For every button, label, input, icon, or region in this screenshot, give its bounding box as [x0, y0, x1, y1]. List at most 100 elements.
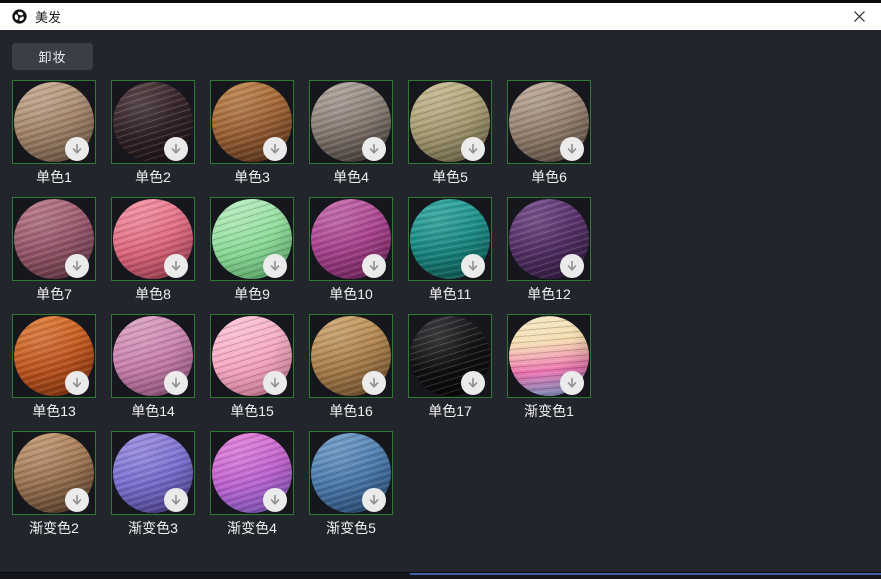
hair-color-tile[interactable]	[507, 80, 591, 164]
tile-label: 单色6	[507, 168, 591, 186]
hair-color-tile[interactable]	[210, 80, 294, 164]
hair-color-cell: 单色12	[507, 197, 591, 303]
hair-color-tile[interactable]	[507, 197, 591, 281]
tile-label: 单色7	[12, 285, 96, 303]
hair-color-tile[interactable]	[309, 80, 393, 164]
download-icon	[169, 142, 183, 156]
tile-label: 单色15	[210, 402, 294, 420]
hair-color-cell: 单色13	[12, 314, 96, 420]
hair-color-cell: 单色10	[309, 197, 393, 303]
download-icon	[70, 493, 84, 507]
download-button[interactable]	[65, 488, 89, 512]
hair-color-tile[interactable]	[12, 197, 96, 281]
tile-label: 单色13	[12, 402, 96, 420]
download-button[interactable]	[362, 371, 386, 395]
hair-color-cell: 单色15	[210, 314, 294, 420]
tile-label: 单色11	[408, 285, 492, 303]
hair-color-cell: 单色16	[309, 314, 393, 420]
download-button[interactable]	[362, 254, 386, 278]
hair-color-cell: 单色2	[111, 80, 195, 186]
hair-color-tile[interactable]	[111, 80, 195, 164]
download-button[interactable]	[461, 371, 485, 395]
hair-color-cell: 渐变色2	[12, 431, 96, 537]
hair-color-tile[interactable]	[507, 314, 591, 398]
download-icon	[565, 259, 579, 273]
download-button[interactable]	[164, 254, 188, 278]
download-button[interactable]	[263, 371, 287, 395]
download-icon	[268, 376, 282, 390]
download-button[interactable]	[461, 137, 485, 161]
hair-color-tile[interactable]	[309, 197, 393, 281]
download-icon	[466, 259, 480, 273]
download-button[interactable]	[362, 488, 386, 512]
hair-color-tile[interactable]	[408, 314, 492, 398]
hair-color-cell: 渐变色5	[309, 431, 393, 537]
hair-color-cell: 渐变色3	[111, 431, 195, 537]
tile-label: 单色2	[111, 168, 195, 186]
download-button[interactable]	[164, 371, 188, 395]
download-icon	[367, 142, 381, 156]
hair-color-tile[interactable]	[12, 80, 96, 164]
download-button[interactable]	[164, 137, 188, 161]
tile-label: 单色5	[408, 168, 492, 186]
close-button[interactable]	[849, 7, 869, 27]
tile-label: 单色14	[111, 402, 195, 420]
hair-color-cell: 单色8	[111, 197, 195, 303]
download-icon	[70, 376, 84, 390]
download-button[interactable]	[65, 254, 89, 278]
hair-color-tile[interactable]	[210, 197, 294, 281]
hair-color-tile[interactable]	[111, 197, 195, 281]
download-button[interactable]	[263, 254, 287, 278]
download-button[interactable]	[263, 137, 287, 161]
hair-color-tile[interactable]	[111, 314, 195, 398]
hair-color-cell: 单色5	[408, 80, 492, 186]
dialog-titlebar: 美发	[0, 3, 881, 30]
hair-color-tile[interactable]	[309, 431, 393, 515]
hair-color-cell: 单色6	[507, 80, 591, 186]
hair-color-tile[interactable]	[408, 197, 492, 281]
hair-color-tile[interactable]	[210, 431, 294, 515]
download-icon	[466, 142, 480, 156]
download-button[interactable]	[560, 371, 584, 395]
tile-label: 渐变色4	[210, 519, 294, 537]
hair-color-tile[interactable]	[12, 314, 96, 398]
download-button[interactable]	[560, 254, 584, 278]
tile-label: 单色9	[210, 285, 294, 303]
hair-dialog: 美发 卸妆 单色1	[0, 0, 881, 579]
hair-color-cell: 单色7	[12, 197, 96, 303]
download-icon	[268, 142, 282, 156]
remove-makeup-button[interactable]: 卸妆	[12, 43, 93, 70]
download-icon	[169, 493, 183, 507]
hair-color-tile[interactable]	[111, 431, 195, 515]
download-button[interactable]	[65, 371, 89, 395]
hair-color-cell: 渐变色1	[507, 314, 591, 420]
download-button[interactable]	[263, 488, 287, 512]
desktop-background-bottom	[0, 572, 881, 579]
tile-label: 渐变色2	[12, 519, 96, 537]
hair-color-cell: 单色11	[408, 197, 492, 303]
download-button[interactable]	[461, 254, 485, 278]
dialog-title: 美发	[35, 7, 61, 26]
hair-color-cell: 单色1	[12, 80, 96, 186]
download-icon	[565, 376, 579, 390]
hair-color-cell: 单色4	[309, 80, 393, 186]
download-icon	[367, 259, 381, 273]
hair-color-tile[interactable]	[408, 80, 492, 164]
hair-color-tile[interactable]	[309, 314, 393, 398]
tile-label: 单色16	[309, 402, 393, 420]
download-icon	[466, 376, 480, 390]
download-icon	[70, 259, 84, 273]
hair-color-tile[interactable]	[210, 314, 294, 398]
download-button[interactable]	[362, 137, 386, 161]
tile-label: 单色10	[309, 285, 393, 303]
download-button[interactable]	[164, 488, 188, 512]
dialog-body: 卸妆 单色1 单色2	[0, 30, 881, 572]
hair-color-cell: 渐变色4	[210, 431, 294, 537]
hair-color-tile[interactable]	[12, 431, 96, 515]
download-button[interactable]	[65, 137, 89, 161]
hair-color-cell: 单色3	[210, 80, 294, 186]
tile-label: 单色8	[111, 285, 195, 303]
download-button[interactable]	[560, 137, 584, 161]
hair-color-cell: 单色9	[210, 197, 294, 303]
tile-label: 单色3	[210, 168, 294, 186]
